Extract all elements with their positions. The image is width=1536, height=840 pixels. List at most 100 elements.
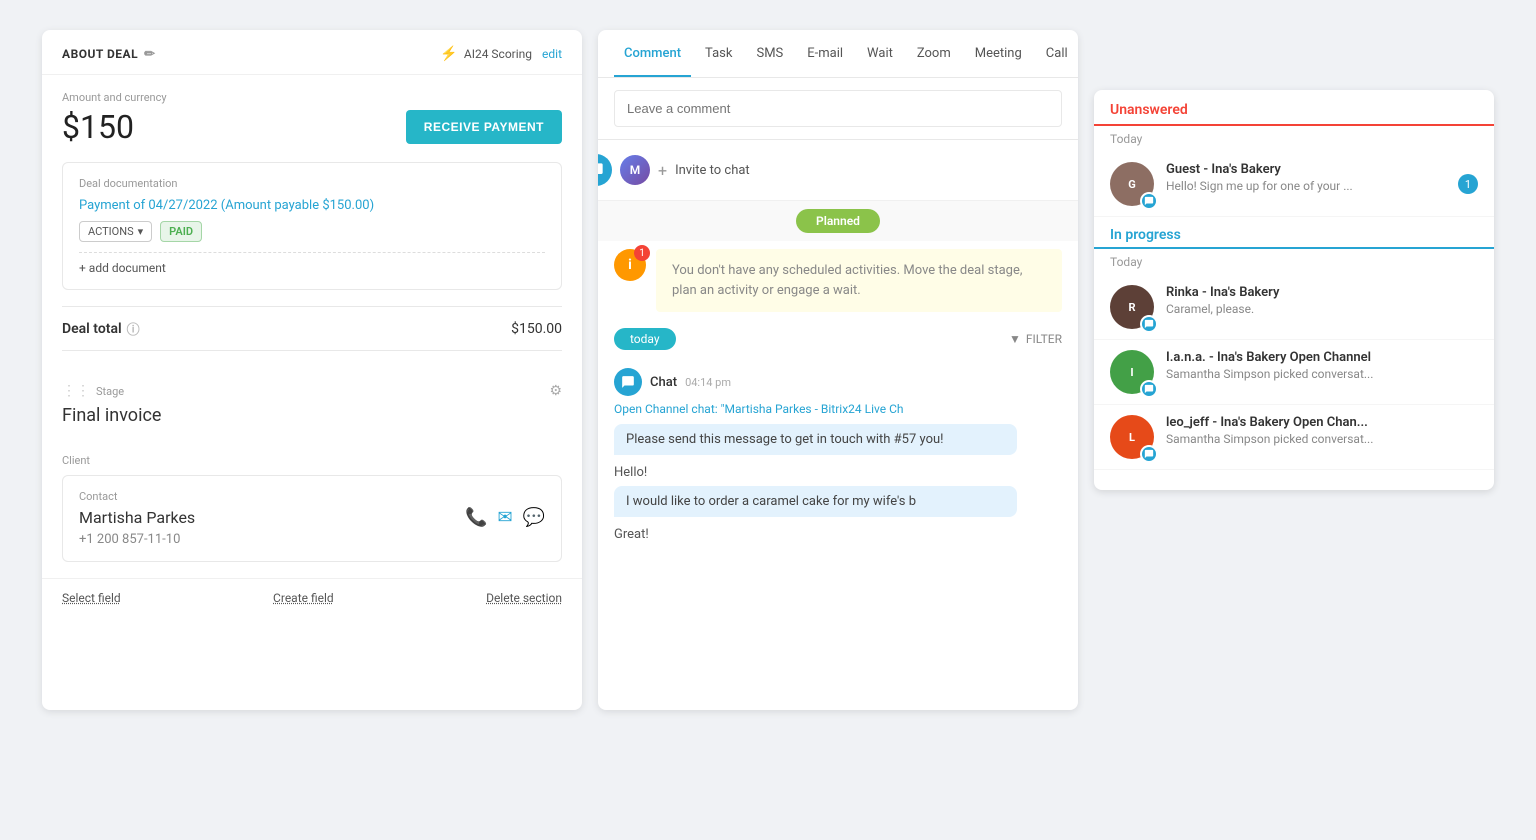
filter-button[interactable]: ▼ FILTER: [1009, 332, 1062, 346]
info-timeline-icon: i 1: [614, 249, 646, 281]
chat-bubble-1: Please send this message to get in touch…: [614, 424, 1017, 455]
about-deal-label: ABOUT DEAL: [62, 47, 138, 61]
tabs-header: Comment Task SMS E-mail Wait Zoom Meetin…: [598, 30, 1078, 78]
leojeff-chat-name: leo_jeff - Ina's Bakery Open Chan...: [1166, 415, 1478, 430]
about-deal-title-row: ABOUT DEAL ✏: [62, 47, 156, 62]
bottom-actions: Select field Create field Delete section: [42, 578, 582, 617]
guest-chat-name: Guest - Ina's Bakery: [1166, 162, 1446, 177]
stage-label-row: ⋮⋮ Stage: [62, 383, 124, 399]
phone-icon[interactable]: 📞: [465, 507, 487, 528]
in-progress-header: In progress: [1094, 217, 1494, 249]
iana-chat-content: I.a.n.a. - Ina's Bakery Open Channel Sam…: [1166, 350, 1478, 381]
open-channel-link[interactable]: Open Channel chat: "Martisha Parkes - Bi…: [614, 402, 1062, 416]
guest-chat-preview: Hello! Sign me up for one of your ...: [1166, 179, 1446, 193]
receive-payment-button[interactable]: RECEIVE PAYMENT: [406, 110, 562, 144]
right-panel: Unanswered Today G Guest - Ina's Bakery …: [1094, 90, 1494, 490]
chat-bubble-2: I would like to order a caramel cake for…: [614, 486, 1017, 517]
ai-icon: ⚡: [440, 46, 457, 62]
chat-hello: Hello!: [614, 461, 1062, 486]
contact-label-small: Contact: [79, 490, 545, 503]
chat-block: Chat 04:14 pm Open Channel chat: "Martis…: [598, 358, 1078, 556]
today-badge: today: [614, 328, 676, 350]
tab-comment[interactable]: Comment: [614, 30, 691, 77]
about-deal-body: Amount and currency $150 RECEIVE PAYMENT…: [42, 75, 582, 383]
user-avatar: M: [620, 155, 650, 185]
actions-chevron-icon: ▾: [138, 225, 144, 238]
delete-section-link[interactable]: Delete section: [486, 591, 562, 605]
about-deal-header: ABOUT DEAL ✏ ⚡ AI24 Scoring edit: [42, 30, 582, 75]
chat-item-guest[interactable]: G Guest - Ina's Bakery Hello! Sign me up…: [1094, 152, 1494, 217]
deal-total-value: $150.00: [511, 321, 562, 337]
tab-zoom[interactable]: Zoom: [907, 30, 961, 77]
tab-sms[interactable]: SMS: [746, 30, 793, 77]
leojeff-avatar: L: [1110, 415, 1154, 459]
deal-doc-label: Deal documentation: [79, 177, 545, 190]
contact-name: Martisha Parkes: [79, 508, 195, 527]
filter-icon: ▼: [1009, 332, 1021, 346]
tab-call[interactable]: Call: [1036, 30, 1078, 77]
stage-value: Final invoice: [62, 405, 562, 426]
create-field-link[interactable]: Create field: [273, 591, 334, 605]
stage-label: Stage: [96, 385, 124, 398]
contact-phone: +1 200 857-11-10: [79, 532, 545, 547]
stage-header: ⋮⋮ Stage ⚙: [62, 383, 562, 399]
no-activities-box: You don't have any scheduled activities.…: [656, 249, 1062, 312]
unread-badge: 1: [1458, 174, 1478, 194]
planned-badge-row: Planned: [598, 201, 1078, 241]
paid-badge: PAID: [160, 221, 202, 242]
guest-chat-content: Guest - Ina's Bakery Hello! Sign me up f…: [1166, 162, 1446, 193]
select-field-link[interactable]: Select field: [62, 591, 121, 605]
payment-link[interactable]: Payment of 04/27/2022 (Amount payable $1…: [79, 198, 545, 213]
rinka-chat-preview: Caramel, please.: [1166, 302, 1478, 316]
leojeff-chat-preview: Samantha Simpson picked conversat...: [1166, 432, 1478, 446]
rinka-chat-name: Rinka - Ina's Bakery: [1166, 285, 1478, 300]
contact-row: Martisha Parkes 📞 ✉ 💬: [79, 507, 545, 528]
in-progress-today-label: Today: [1094, 249, 1494, 275]
rinka-avatar: R: [1110, 285, 1154, 329]
comment-input[interactable]: [614, 90, 1062, 127]
edit-link[interactable]: edit: [542, 47, 562, 61]
crm-badge-icon-leojeff: [1140, 445, 1158, 463]
crm-badge-icon-iana: [1140, 380, 1158, 398]
deal-total-row: Deal total ⓘ $150.00: [62, 306, 562, 351]
tab-task[interactable]: Task: [695, 30, 742, 77]
chat-item-rinka[interactable]: R Rinka - Ina's Bakery Caramel, please.: [1094, 275, 1494, 340]
add-document-link[interactable]: + add document: [79, 252, 545, 275]
edit-pencil-icon[interactable]: ✏: [144, 47, 155, 62]
actions-label: ACTIONS: [88, 225, 134, 238]
in-progress-title: In progress: [1110, 227, 1478, 243]
tab-email[interactable]: E-mail: [797, 30, 853, 77]
tab-meeting[interactable]: Meeting: [965, 30, 1032, 77]
client-section: Client Contact Martisha Parkes 📞 ✉ 💬 +1 …: [42, 454, 582, 578]
iana-chat-name: I.a.n.a. - Ina's Bakery Open Channel: [1166, 350, 1478, 365]
client-label: Client: [62, 454, 562, 467]
contact-icons: 📞 ✉ 💬: [465, 507, 545, 528]
chat-great: Great!: [614, 523, 1062, 546]
deal-total-info-icon: ⓘ: [127, 319, 140, 338]
chat-timeline-icon: [598, 154, 612, 186]
deal-doc-section: Deal documentation Payment of 04/27/2022…: [62, 162, 562, 290]
planned-badge: Planned: [796, 209, 880, 233]
gear-icon[interactable]: ⚙: [549, 383, 562, 399]
info-badge: 1: [634, 245, 650, 261]
iana-chat-preview: Samantha Simpson picked conversat...: [1166, 367, 1478, 381]
amount-value: $150: [62, 108, 134, 146]
ai-scoring-label: AI24 Scoring: [464, 47, 532, 61]
unanswered-today-label: Today: [1094, 126, 1494, 152]
chat-item-leojeff[interactable]: L leo_jeff - Ina's Bakery Open Chan... S…: [1094, 405, 1494, 470]
contact-card: Contact Martisha Parkes 📞 ✉ 💬 +1 200 857…: [62, 475, 562, 562]
middle-panel: Comment Task SMS E-mail Wait Zoom Meetin…: [598, 30, 1078, 710]
invite-to-chat-text[interactable]: Invite to chat: [675, 163, 750, 178]
chat-item-iana[interactable]: I I.a.n.a. - Ina's Bakery Open Channel S…: [1094, 340, 1494, 405]
leojeff-chat-content: leo_jeff - Ina's Bakery Open Chan... Sam…: [1166, 415, 1478, 446]
ai-scoring-button[interactable]: ⚡ AI24 Scoring: [440, 46, 532, 62]
amount-label: Amount and currency: [62, 91, 562, 104]
crm-badge-icon-rinka: [1140, 315, 1158, 333]
actions-button[interactable]: ACTIONS ▾: [79, 221, 152, 242]
crm-badge-icon: [1140, 192, 1158, 210]
stage-section: ⋮⋮ Stage ⚙ Final invoice: [42, 383, 582, 454]
tab-wait[interactable]: Wait: [857, 30, 903, 77]
chat-icon[interactable]: 💬: [523, 507, 545, 528]
chat-time: 04:14 pm: [685, 376, 731, 389]
email-icon[interactable]: ✉: [497, 507, 512, 528]
